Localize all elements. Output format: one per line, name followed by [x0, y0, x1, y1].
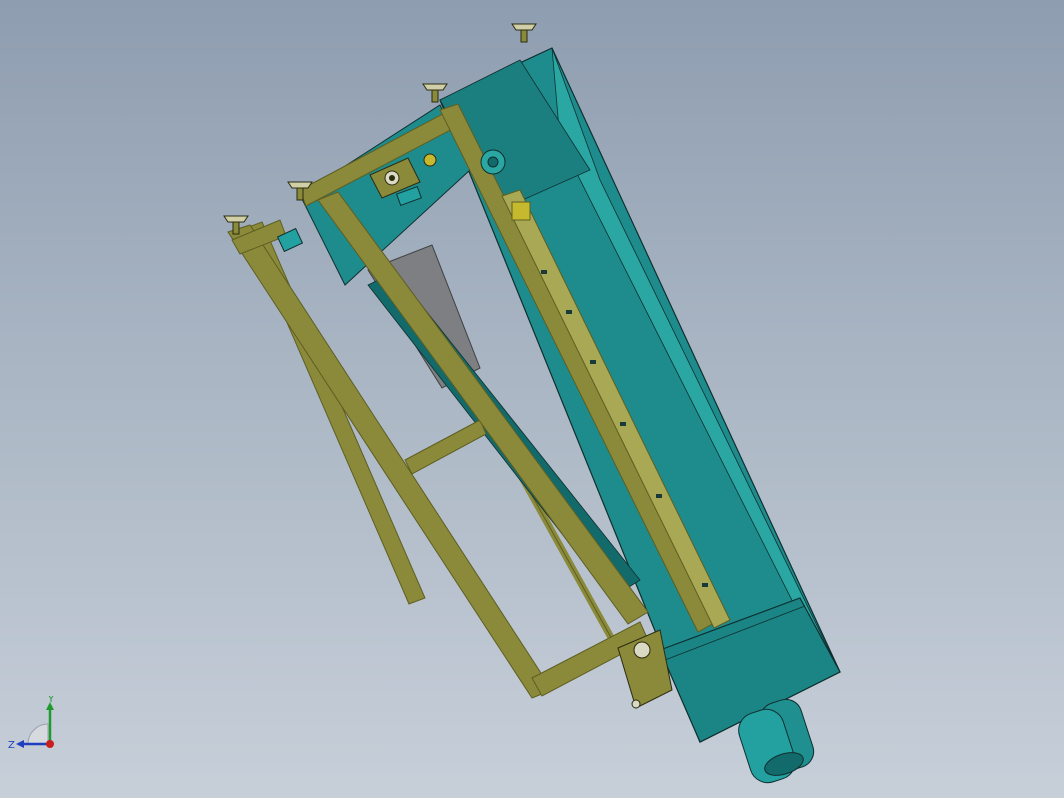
graphics-viewport[interactable]: Y Z: [0, 0, 1064, 798]
coordinate-triad: Y Z: [8, 696, 55, 751]
y-axis-label: Y: [47, 696, 55, 705]
x-axis-point: [46, 740, 54, 748]
slider-block: [511, 201, 531, 221]
cad-model-view[interactable]: [0, 0, 1064, 798]
pulley: [480, 149, 506, 175]
z-axis-label: Z: [8, 740, 15, 751]
small-gear: [423, 153, 437, 167]
